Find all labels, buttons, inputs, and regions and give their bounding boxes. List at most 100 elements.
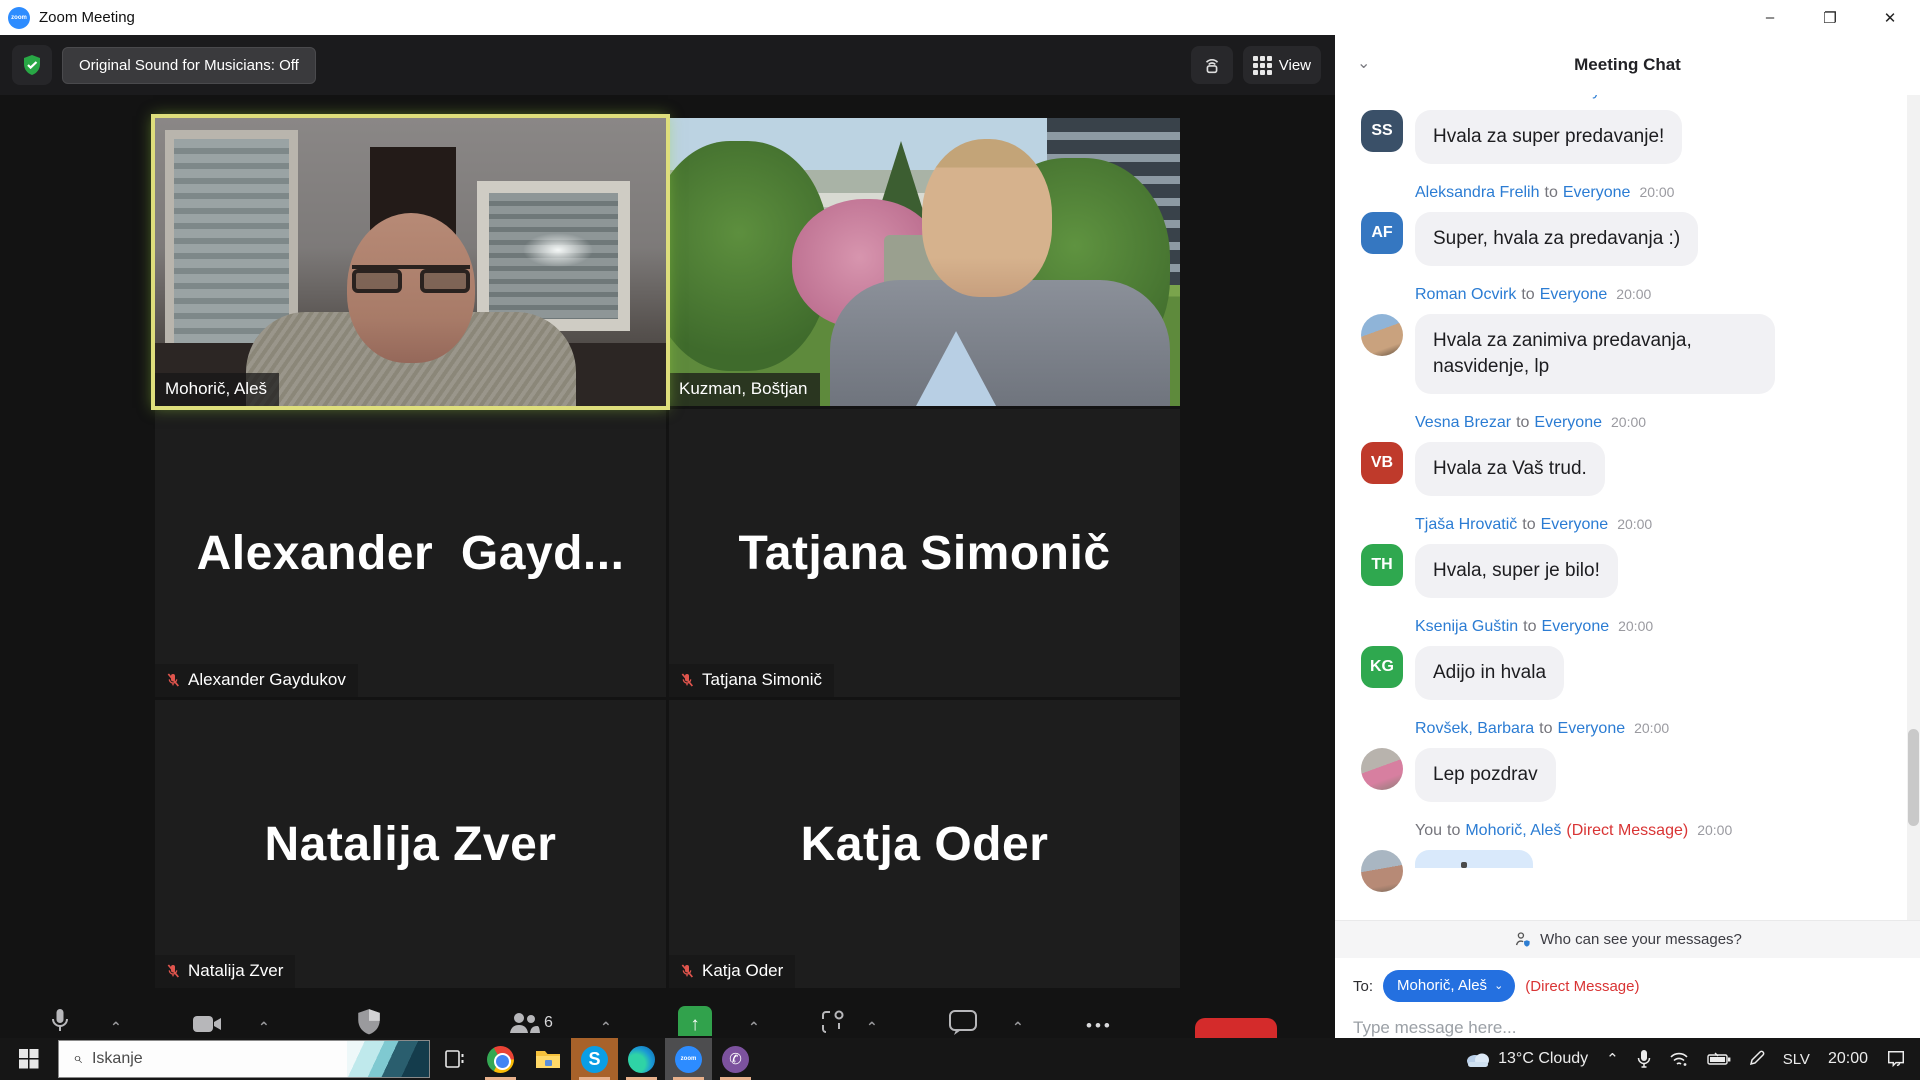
zoom-logo-icon: zoom [8, 7, 30, 29]
to-word: to [1541, 95, 1554, 100]
clock[interactable]: 20:00 [1819, 1038, 1877, 1080]
recipient-name: Everyone [1540, 286, 1608, 304]
participants-options-chevron[interactable]: ⌃ [600, 1019, 612, 1036]
chat-options-chevron[interactable]: ⌃ [1012, 1019, 1024, 1036]
tray-pen[interactable] [1740, 1038, 1774, 1080]
participant-name: Tatjana Simonič [702, 670, 822, 690]
file-explorer-icon [534, 1047, 562, 1071]
more-button[interactable]: ••• [1086, 1016, 1113, 1036]
video-tile-gaydukov[interactable]: Alexander Gayd... Alexander Gaydukov [155, 409, 666, 697]
chat-input[interactable]: Type message here... [1353, 1018, 1920, 1038]
avatar [1361, 850, 1403, 892]
chat-message: Rovšek, Barbara to Everyone 20:00 Lep po… [1361, 720, 1900, 802]
chat-scrollbar[interactable] [1907, 95, 1920, 920]
notification-center-button[interactable] [1877, 1038, 1920, 1080]
video-options-chevron[interactable]: ⌃ [258, 1019, 270, 1036]
recipient-name: Everyone [1542, 618, 1610, 636]
video-tile-simonic[interactable]: Tatjana Simonič Tatjana Simonič [669, 409, 1180, 697]
taskbar-zoom[interactable]: zoom [665, 1038, 712, 1080]
hidden-icons-button[interactable]: ⌃ [1597, 1038, 1628, 1080]
tray-microphone[interactable] [1628, 1038, 1660, 1080]
leave-button[interactable] [1195, 1018, 1277, 1038]
tray-battery[interactable] [1698, 1038, 1740, 1080]
view-button[interactable]: View [1243, 46, 1321, 84]
video-tile-zver[interactable]: Natalija Zver Natalija Zver [155, 700, 666, 988]
grid-view-icon [1253, 56, 1272, 75]
task-view-button[interactable] [430, 1038, 477, 1080]
minimize-button[interactable]: – [1740, 0, 1800, 35]
record-options-chevron[interactable]: ⌃ [866, 1019, 878, 1036]
cast-button[interactable] [1191, 46, 1233, 84]
avatar: VB [1361, 442, 1403, 484]
recipient-name: Everyone [1534, 414, 1602, 432]
chat-collapse-chevron[interactable]: ⌄ [1357, 53, 1370, 73]
original-sound-button[interactable]: Original Sound for Musicians: Off [62, 47, 316, 84]
weather-text: 13°C Cloudy [1498, 1050, 1588, 1068]
avatar: TH [1361, 544, 1403, 586]
sender-name: Aleksandra Frelih [1415, 184, 1540, 202]
message-bubble: Adijo in hvala [1415, 646, 1564, 700]
message-time: 20:00 [1634, 720, 1669, 736]
restore-button[interactable]: ❐ [1800, 0, 1860, 35]
video-tile-kuzman[interactable]: Kuzman, Boštjan [669, 118, 1180, 406]
participant-name-tag: Natalija Zver [155, 955, 295, 988]
search-icon: ⌕ [73, 1050, 82, 1068]
message-bubble: Hvala za zanimiva predavanja, nasvidenje… [1415, 314, 1775, 394]
video-grid: Mohorič, Aleš Kuzman, Boštjan Ale [155, 118, 1180, 988]
recipient-name: Everyone [1541, 516, 1609, 534]
to-word: to [1516, 414, 1529, 432]
video-feed [155, 118, 666, 406]
taskbar-file-explorer[interactable] [524, 1038, 571, 1080]
mute-button[interactable] [48, 1006, 72, 1036]
video-tile-oder[interactable]: Katja Oder Katja Oder [669, 700, 1180, 988]
privacy-note[interactable]: Who can see your messages? [1335, 920, 1920, 958]
cast-icon [1201, 54, 1223, 76]
recipient-selector[interactable]: Mohorič, Aleš ⌄ [1383, 970, 1515, 1002]
participant-big-name: Tatjana Simonič [669, 409, 1180, 697]
direct-message-label: (Direct Message) [1525, 978, 1639, 995]
mic-options-chevron[interactable]: ⌃ [110, 1019, 122, 1036]
avatar [1361, 748, 1403, 790]
search-box[interactable]: ⌕ Iskanje [58, 1040, 430, 1078]
share-arrow-icon: ↑ [690, 1014, 700, 1036]
weather-widget[interactable]: 13°C Cloudy [1456, 1038, 1597, 1080]
chevron-down-icon: ⌄ [1494, 979, 1503, 992]
message-bubble [1415, 850, 1533, 868]
message-bubble: Hvala za super predavanje! [1415, 110, 1682, 164]
windows-taskbar: ⌕ Iskanje S zoom ✆ 13°C Cloudy ⌃ [0, 1038, 1920, 1080]
video-button[interactable] [192, 1012, 222, 1036]
chat-message: TH Tjaša Hrovatič to Everyone 20:00 Hval… [1361, 516, 1900, 598]
muted-mic-icon [679, 672, 695, 688]
taskbar-skype[interactable]: S [571, 1038, 618, 1080]
sender-name: Sabina Skornšek [1415, 95, 1536, 100]
recipient-name: Everyone [1558, 720, 1626, 738]
record-button[interactable] [820, 1008, 846, 1036]
start-button[interactable] [0, 1038, 58, 1080]
chat-button[interactable] [948, 1008, 978, 1036]
share-options-chevron[interactable]: ⌃ [748, 1019, 760, 1036]
participants-button[interactable]: 6 [508, 1010, 553, 1036]
battery-icon [1707, 1052, 1731, 1066]
video-tile-mohoric[interactable]: Mohorič, Aleš [155, 118, 666, 406]
participant-name: Alexander Gaydukov [188, 670, 346, 690]
recipient-name: Everyone [1563, 184, 1631, 202]
language-code: SLV [1783, 1051, 1810, 1068]
to-word: to [1545, 184, 1558, 202]
participants-icon [508, 1010, 540, 1036]
taskbar-edge[interactable] [618, 1038, 665, 1080]
viber-icon: ✆ [722, 1046, 749, 1073]
participant-name: Kuzman, Boštjan [679, 379, 808, 399]
chat-scrollbar-thumb[interactable] [1908, 729, 1919, 826]
language-indicator[interactable]: SLV [1774, 1038, 1819, 1080]
task-view-icon [442, 1048, 466, 1070]
security-button[interactable] [356, 1008, 382, 1036]
taskbar-chrome[interactable] [477, 1038, 524, 1080]
close-button[interactable]: ✕ [1860, 0, 1920, 35]
chat-message-list: SS Sabina Skornšek to Everyone 19:59 Hva… [1335, 95, 1920, 920]
taskbar-viber[interactable]: ✆ [712, 1038, 759, 1080]
participant-name: Katja Oder [702, 961, 783, 981]
tray-wifi[interactable] [1660, 1038, 1698, 1080]
participant-name-tag: Katja Oder [669, 955, 795, 988]
share-screen-button[interactable]: ↑ [678, 1006, 712, 1036]
search-daily-art [347, 1041, 429, 1077]
